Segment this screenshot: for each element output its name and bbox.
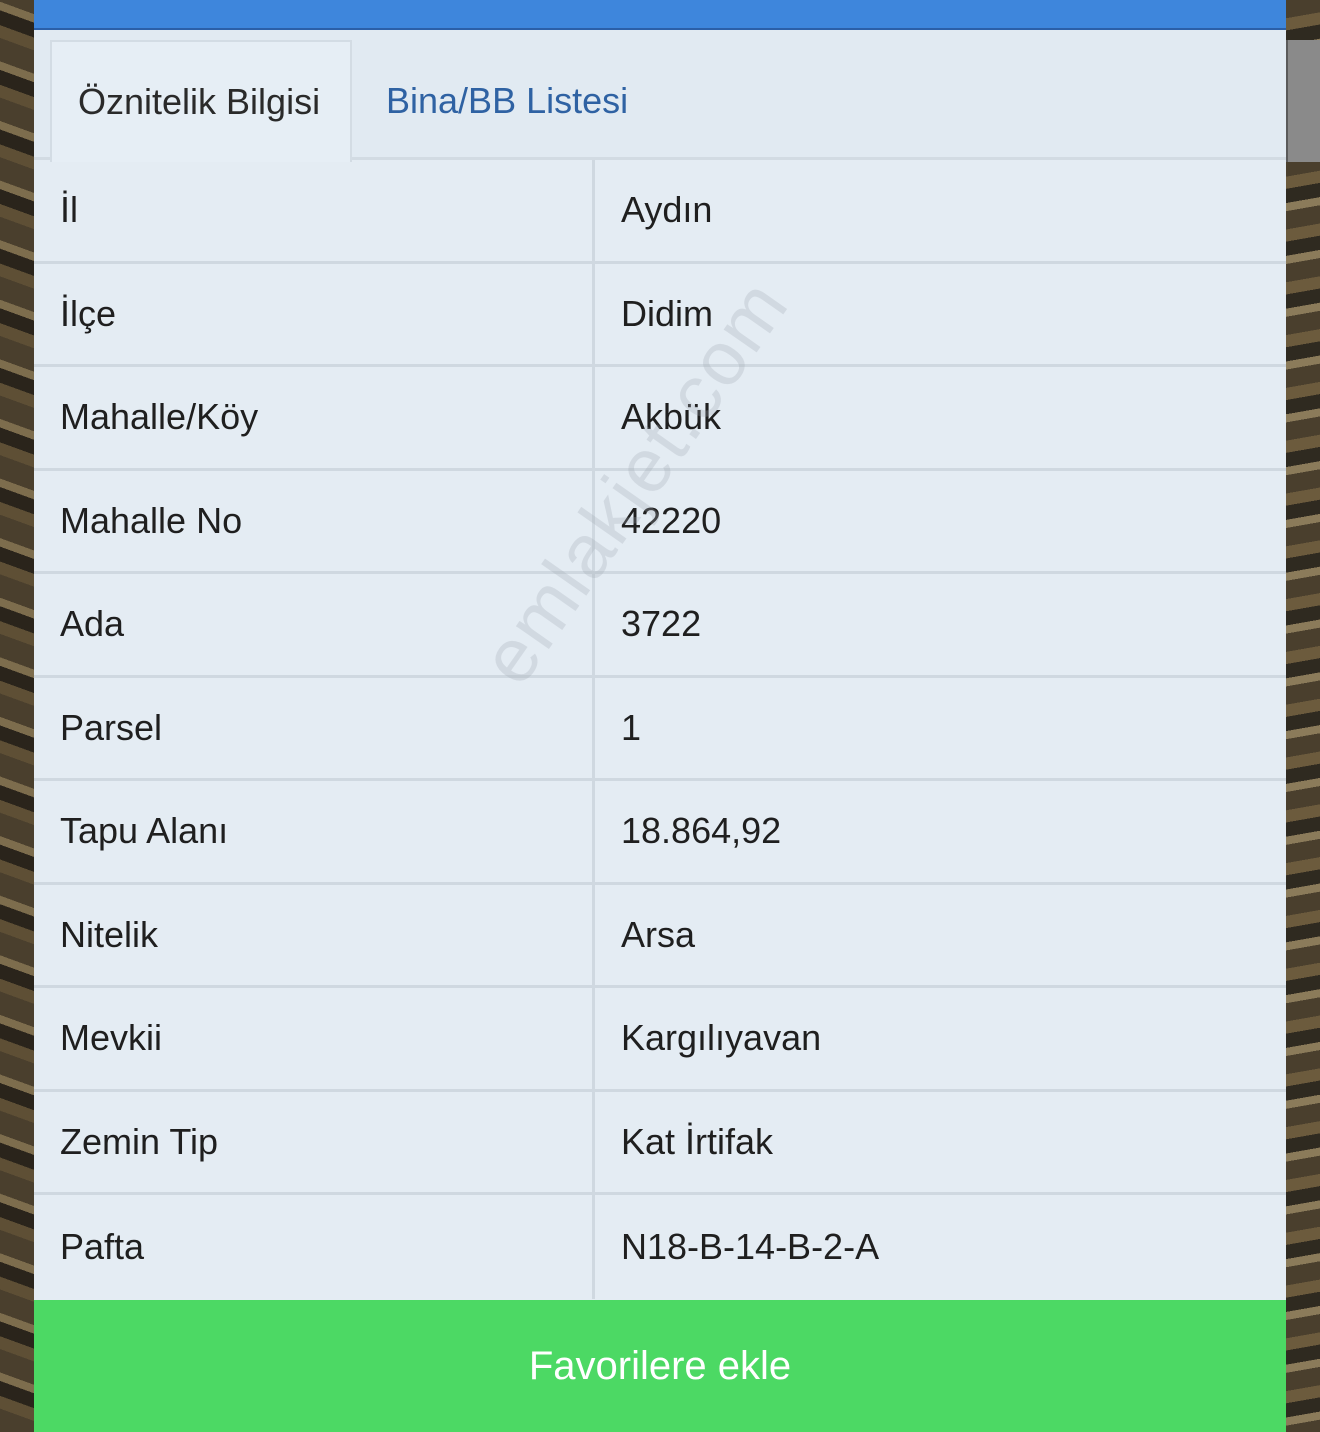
row-value: 1 — [621, 706, 642, 748]
row-value: 18.864,92 — [621, 810, 782, 852]
tab-bina-bb-listesi[interactable]: Bina/BB Listesi — [360, 40, 654, 162]
tab-bar: Öznitelik Bilgisi Bina/BB Listesi — [34, 30, 1286, 162]
table-row: Mahalle No 42220 — [34, 470, 1286, 574]
row-value: Kargılıyavan — [621, 1017, 822, 1059]
row-key: Pafta — [34, 1195, 595, 1299]
tab-label: Öznitelik Bilgisi — [78, 81, 321, 122]
table-row: Mahalle/Köy Akbük — [34, 367, 1286, 471]
add-to-favorites-label: Favorilere ekle — [528, 1343, 792, 1388]
attribute-table: İl Aydın İlçe Didim Mahalle/Köy Akbük Ma… — [34, 160, 1286, 1299]
table-row: Zemin Tip Kat İrtifak — [34, 1091, 1286, 1195]
map-background-left — [0, 0, 34, 1432]
map-background-right — [1286, 0, 1320, 1432]
table-row: Nitelik Arsa — [34, 884, 1286, 988]
row-key: Mevkii — [34, 988, 595, 1089]
row-value: 42220 — [621, 499, 722, 541]
table-row: Parsel 1 — [34, 677, 1286, 781]
table-row: Ada 3722 — [34, 574, 1286, 678]
row-value: Aydın — [621, 189, 713, 231]
row-value: Arsa — [621, 913, 696, 955]
row-key: Ada — [34, 574, 595, 675]
row-value: Akbük — [621, 396, 722, 438]
row-value: Kat İrtifak — [621, 1120, 774, 1162]
row-value: N18-B-14-B-2-A — [621, 1225, 880, 1267]
row-key: Nitelik — [34, 884, 595, 985]
row-key: İl — [34, 160, 595, 261]
row-key: İlçe — [34, 263, 595, 364]
row-key: Zemin Tip — [34, 1091, 595, 1192]
table-row: Mevkii Kargılıyavan — [34, 988, 1286, 1092]
row-value: Didim — [621, 292, 714, 334]
scrollbar-thumb[interactable] — [1286, 40, 1320, 162]
tab-label: Bina/BB Listesi — [386, 80, 629, 121]
add-to-favorites-button[interactable]: Favorilere ekle — [34, 1300, 1286, 1432]
row-key: Mahalle/Köy — [34, 367, 595, 468]
tab-oznitelik-bilgisi[interactable]: Öznitelik Bilgisi — [50, 40, 352, 162]
info-panel: Öznitelik Bilgisi Bina/BB Listesi İl Ayd… — [34, 0, 1286, 1432]
row-key: Parsel — [34, 677, 595, 778]
table-row: Tapu Alanı 18.864,92 — [34, 781, 1286, 885]
row-value: 3722 — [621, 603, 702, 645]
table-row: Pafta N18-B-14-B-2-A — [34, 1195, 1286, 1299]
table-row: İl Aydın — [34, 160, 1286, 264]
table-row: İlçe Didim — [34, 263, 1286, 367]
panel-header-bar — [34, 0, 1286, 30]
row-key: Tapu Alanı — [34, 781, 595, 882]
row-key: Mahalle No — [34, 470, 595, 571]
